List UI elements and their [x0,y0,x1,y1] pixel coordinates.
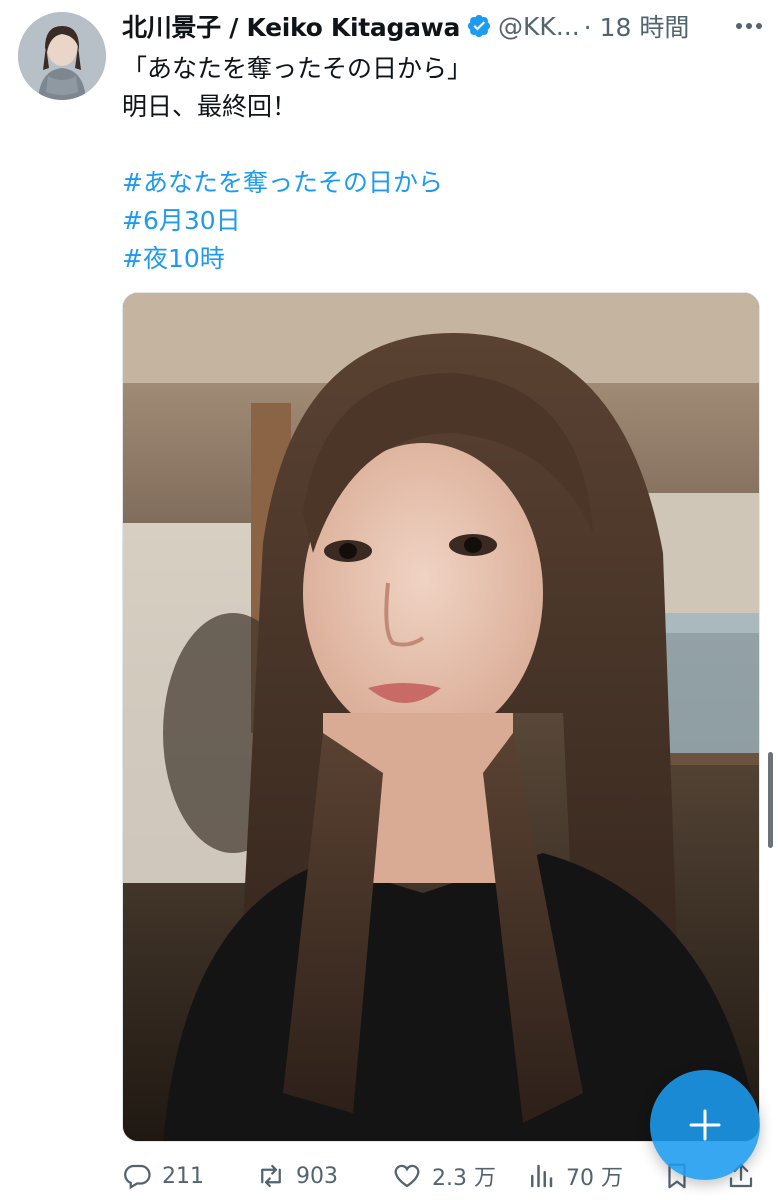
scrollbar-thumb[interactable] [768,752,773,848]
reply-icon [124,1164,151,1190]
tweet-photo[interactable] [122,292,760,1142]
reply-button[interactable]: 211 [122,1156,204,1196]
hashtag-link[interactable]: #6月30日 [122,202,742,240]
views-icon [531,1164,553,1188]
user-handle[interactable]: @KK... [498,12,580,41]
heart-icon [394,1164,420,1188]
like-button[interactable]: 2.3 万 [392,1156,496,1196]
plus-icon [689,1109,721,1141]
more-icon[interactable] [736,13,770,39]
verified-badge-icon [467,14,491,38]
like-count: 2.3 万 [432,1166,496,1191]
display-name[interactable]: 北川景子 / Keiko Kitagawa [122,8,460,44]
retweet-count: 903 [296,1163,338,1189]
avatar[interactable] [18,12,106,100]
tweet-time[interactable]: · 18 時間 [584,8,690,44]
compose-button[interactable] [650,1070,760,1180]
hashtag-link[interactable]: #夜10時 [122,240,742,278]
tweet-text-line: 明日、最終回！ [122,92,298,121]
tweet-text-line: 「あなたを奪ったその日から」 [122,54,473,83]
tweet-text-blank [122,126,742,164]
reply-count: 211 [162,1163,204,1189]
photo-image [123,293,759,1141]
tweet-text: 「あなたを奪ったその日から」 明日、最終回！ #あなたを奪ったその日から #6月… [122,50,742,278]
views-count: 70 万 [566,1166,623,1191]
avatar-image [18,12,106,100]
tweet-header: 北川景子 / Keiko Kitagawa @KK... · 18 時間 [122,6,689,46]
views-button[interactable]: 70 万 [526,1156,623,1196]
retweet-icon [261,1164,281,1188]
hashtag-link[interactable]: #あなたを奪ったその日から [122,164,742,202]
retweet-button[interactable]: 903 [256,1156,338,1196]
